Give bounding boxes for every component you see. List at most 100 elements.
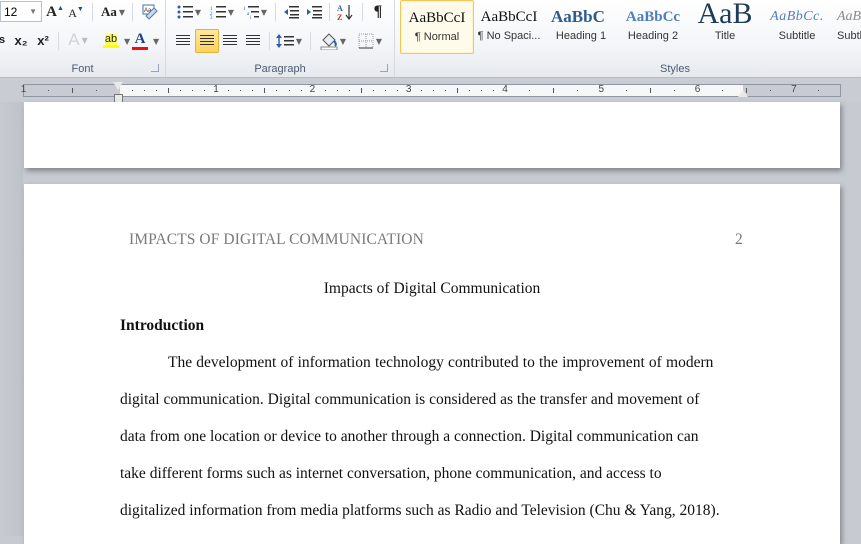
- chevron-down-icon: ▼: [29, 7, 37, 16]
- running-head: IMPACTS OF DIGITAL COMMUNICATION: [129, 231, 424, 248]
- paragraph-dialog-launcher[interactable]: [380, 64, 388, 72]
- ruler-number: 5: [598, 84, 605, 95]
- style-name: Title: [714, 30, 736, 42]
- separator: [362, 3, 363, 21]
- clear-formatting-button[interactable]: Aa: [140, 2, 160, 22]
- sort-icon: AZ: [337, 4, 353, 21]
- sort-button[interactable]: AZ: [334, 2, 356, 22]
- body-line: data from one location or device to anot…: [120, 428, 699, 445]
- ruler-eighth-dot: [132, 90, 134, 91]
- ruler-eighth-dot: [324, 90, 326, 91]
- ruler-eighth-dot: [372, 90, 374, 91]
- style-sample: AaBbCc: [837, 9, 861, 24]
- style-title[interactable]: AaB Title: [689, 0, 761, 52]
- page-2[interactable]: IMPACTS OF DIGITAL COMMUNICATION 2 Impac…: [24, 184, 840, 544]
- text-effects-button[interactable]: A ▼: [64, 30, 92, 50]
- page-1[interactable]: [24, 102, 840, 168]
- ruler-half-tick: [71, 88, 73, 93]
- chevron-down-icon: ▼: [227, 7, 235, 17]
- ruler-number: 1: [20, 84, 27, 95]
- ruler-eighth-dot: [228, 90, 230, 91]
- separator: [132, 3, 133, 21]
- shading-button[interactable]: ▼: [316, 30, 350, 52]
- font-group-label: Font: [71, 63, 94, 75]
- separator: [92, 3, 93, 21]
- change-case-button[interactable]: Aa ▼: [98, 2, 128, 22]
- font-size-select[interactable]: 12 ▼: [0, 1, 42, 22]
- ruler-eighth-dot: [420, 90, 422, 91]
- decrease-indent-button[interactable]: [280, 3, 302, 21]
- font-color-button[interactable]: A: [130, 30, 150, 52]
- ruler-quarter-dot: [288, 90, 290, 91]
- chevron-down-icon: ▼: [153, 37, 160, 46]
- page-number: 2: [735, 231, 743, 248]
- borders-icon: [358, 33, 374, 49]
- clear-formatting-icon: Aa: [142, 4, 158, 20]
- svg-text:i: i: [250, 16, 252, 19]
- ruler-number: 7: [791, 84, 797, 95]
- up-arrow-icon: ▲: [56, 4, 64, 12]
- ruler-number: 3: [405, 84, 412, 95]
- text-effects-icon: A: [68, 30, 80, 49]
- show-formatting-marks-button[interactable]: ¶: [368, 2, 388, 22]
- bullets-button[interactable]: ▼: [174, 3, 204, 21]
- increase-indent-icon: [307, 6, 322, 19]
- horizontal-ruler[interactable]: 1 1 2 3 4 5 6 7: [20, 84, 841, 97]
- font-dialog-launcher[interactable]: [151, 64, 159, 72]
- align-center-button[interactable]: [195, 29, 219, 53]
- chevron-down-icon: ▼: [339, 36, 347, 46]
- ruler-half-tick: [360, 88, 362, 93]
- styles-group-label: Styles: [660, 63, 690, 75]
- style-heading-1[interactable]: AaBbC Heading 1: [545, 0, 617, 52]
- first-line-indent-marker[interactable]: [113, 82, 123, 90]
- style-heading-2[interactable]: AaBbCc Heading 2: [617, 0, 689, 52]
- ruler-half-tick: [553, 88, 555, 93]
- style-sample: AaB: [697, 0, 753, 30]
- borders-button[interactable]: ▼: [353, 30, 387, 52]
- ruler-eighth-dot: [493, 90, 495, 91]
- ruler-quarter-dot: [818, 90, 820, 91]
- paint-bucket-icon: [320, 33, 338, 50]
- separator: [275, 3, 276, 21]
- style-sample: AaBbCcI: [408, 10, 466, 26]
- align-right-button[interactable]: [219, 30, 241, 52]
- ruler-number: 6: [694, 84, 701, 95]
- highlighter-icon: ab: [104, 33, 118, 45]
- align-right-icon: [223, 35, 237, 47]
- ruler-quarter-dot: [577, 90, 579, 91]
- ruler-eighth-dot: [156, 90, 158, 91]
- line-spacing-icon: [275, 34, 294, 48]
- align-center-icon: [200, 35, 214, 47]
- justify-button[interactable]: [242, 30, 264, 52]
- numbering-button[interactable]: 1 2 3 ▼: [207, 3, 237, 21]
- style-subtitle[interactable]: AaBbCc. Subtitle: [761, 0, 833, 52]
- style-name: Subtitle: [778, 30, 816, 42]
- multilevel-list-button[interactable]: 1 a i ▼: [240, 3, 270, 21]
- shrink-font-button[interactable]: A ▼: [68, 4, 84, 22]
- right-indent-marker[interactable]: [738, 90, 748, 97]
- superscript-button[interactable]: x²: [34, 30, 52, 50]
- svg-text:A: A: [337, 4, 343, 13]
- increase-indent-button[interactable]: [303, 3, 325, 21]
- style-no-spacing[interactable]: AaBbCcI ¶ No Spaci...: [473, 0, 545, 52]
- ruler-eighth-dot: [396, 90, 398, 91]
- subscript-button[interactable]: x₂: [12, 30, 30, 50]
- grow-font-button[interactable]: A ▲: [46, 2, 64, 22]
- line-spacing-button[interactable]: ▼: [274, 30, 304, 52]
- ruler-number: 4: [502, 84, 508, 95]
- style-sample: AaBbCcI: [480, 9, 538, 25]
- style-name: ¶ Normal: [414, 31, 460, 43]
- ruler-quarter-dot: [192, 90, 194, 91]
- align-left-button[interactable]: [172, 30, 194, 52]
- svg-text:3: 3: [210, 16, 213, 19]
- chevron-down-icon: ▼: [194, 7, 202, 17]
- body-line: digital communication. Digital communica…: [120, 391, 700, 408]
- style-normal[interactable]: AaBbCcI ¶ Normal: [400, 0, 474, 54]
- justify-icon: [246, 35, 260, 47]
- highlight-button[interactable]: ab: [96, 30, 126, 52]
- separator: [58, 32, 59, 50]
- ruler-quarter-dot: [625, 90, 627, 91]
- style-subtle-emphasis[interactable]: AaBbCc Subtle: [833, 0, 861, 52]
- strikethrough-button[interactable]: s: [0, 30, 8, 50]
- style-sample: AaBbCc.: [770, 9, 824, 24]
